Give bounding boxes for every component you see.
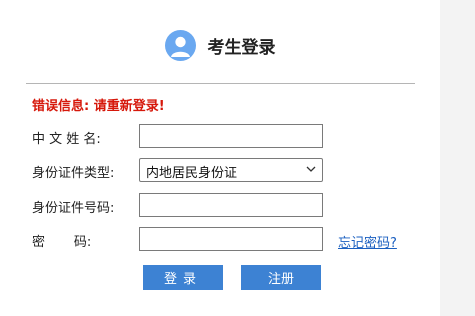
user-avatar-icon [164, 29, 196, 61]
name-input[interactable] [139, 124, 323, 148]
error-message: 错误信息: 请重新登录! [32, 99, 165, 114]
header-divider [26, 83, 415, 84]
id-number-label: 身份证件号码: [32, 201, 115, 216]
register-button[interactable]: 注册 [241, 265, 321, 290]
id-type-row: 身份证件类型: 内地居民身份证 [0, 158, 475, 184]
password-input[interactable] [139, 227, 323, 251]
password-row: 密 码: 忘记密码? [0, 227, 475, 253]
password-label: 密 码: [32, 235, 92, 250]
id-type-select[interactable]: 内地居民身份证 [139, 158, 323, 182]
login-header: 考生登录 [0, 27, 440, 63]
page-title: 考生登录 [207, 37, 276, 58]
id-number-row: 身份证件号码: [0, 193, 475, 219]
name-label: 中 文 姓 名: [32, 132, 101, 147]
id-number-input[interactable] [139, 193, 323, 217]
chevron-down-icon [306, 166, 316, 172]
forgot-password-link[interactable]: 忘记密码? [338, 232, 397, 251]
id-type-selected-value: 内地居民身份证 [146, 166, 238, 181]
name-row: 中 文 姓 名: [0, 124, 475, 150]
login-button[interactable]: 登录 [143, 265, 223, 290]
id-type-label: 身份证件类型: [32, 166, 115, 181]
